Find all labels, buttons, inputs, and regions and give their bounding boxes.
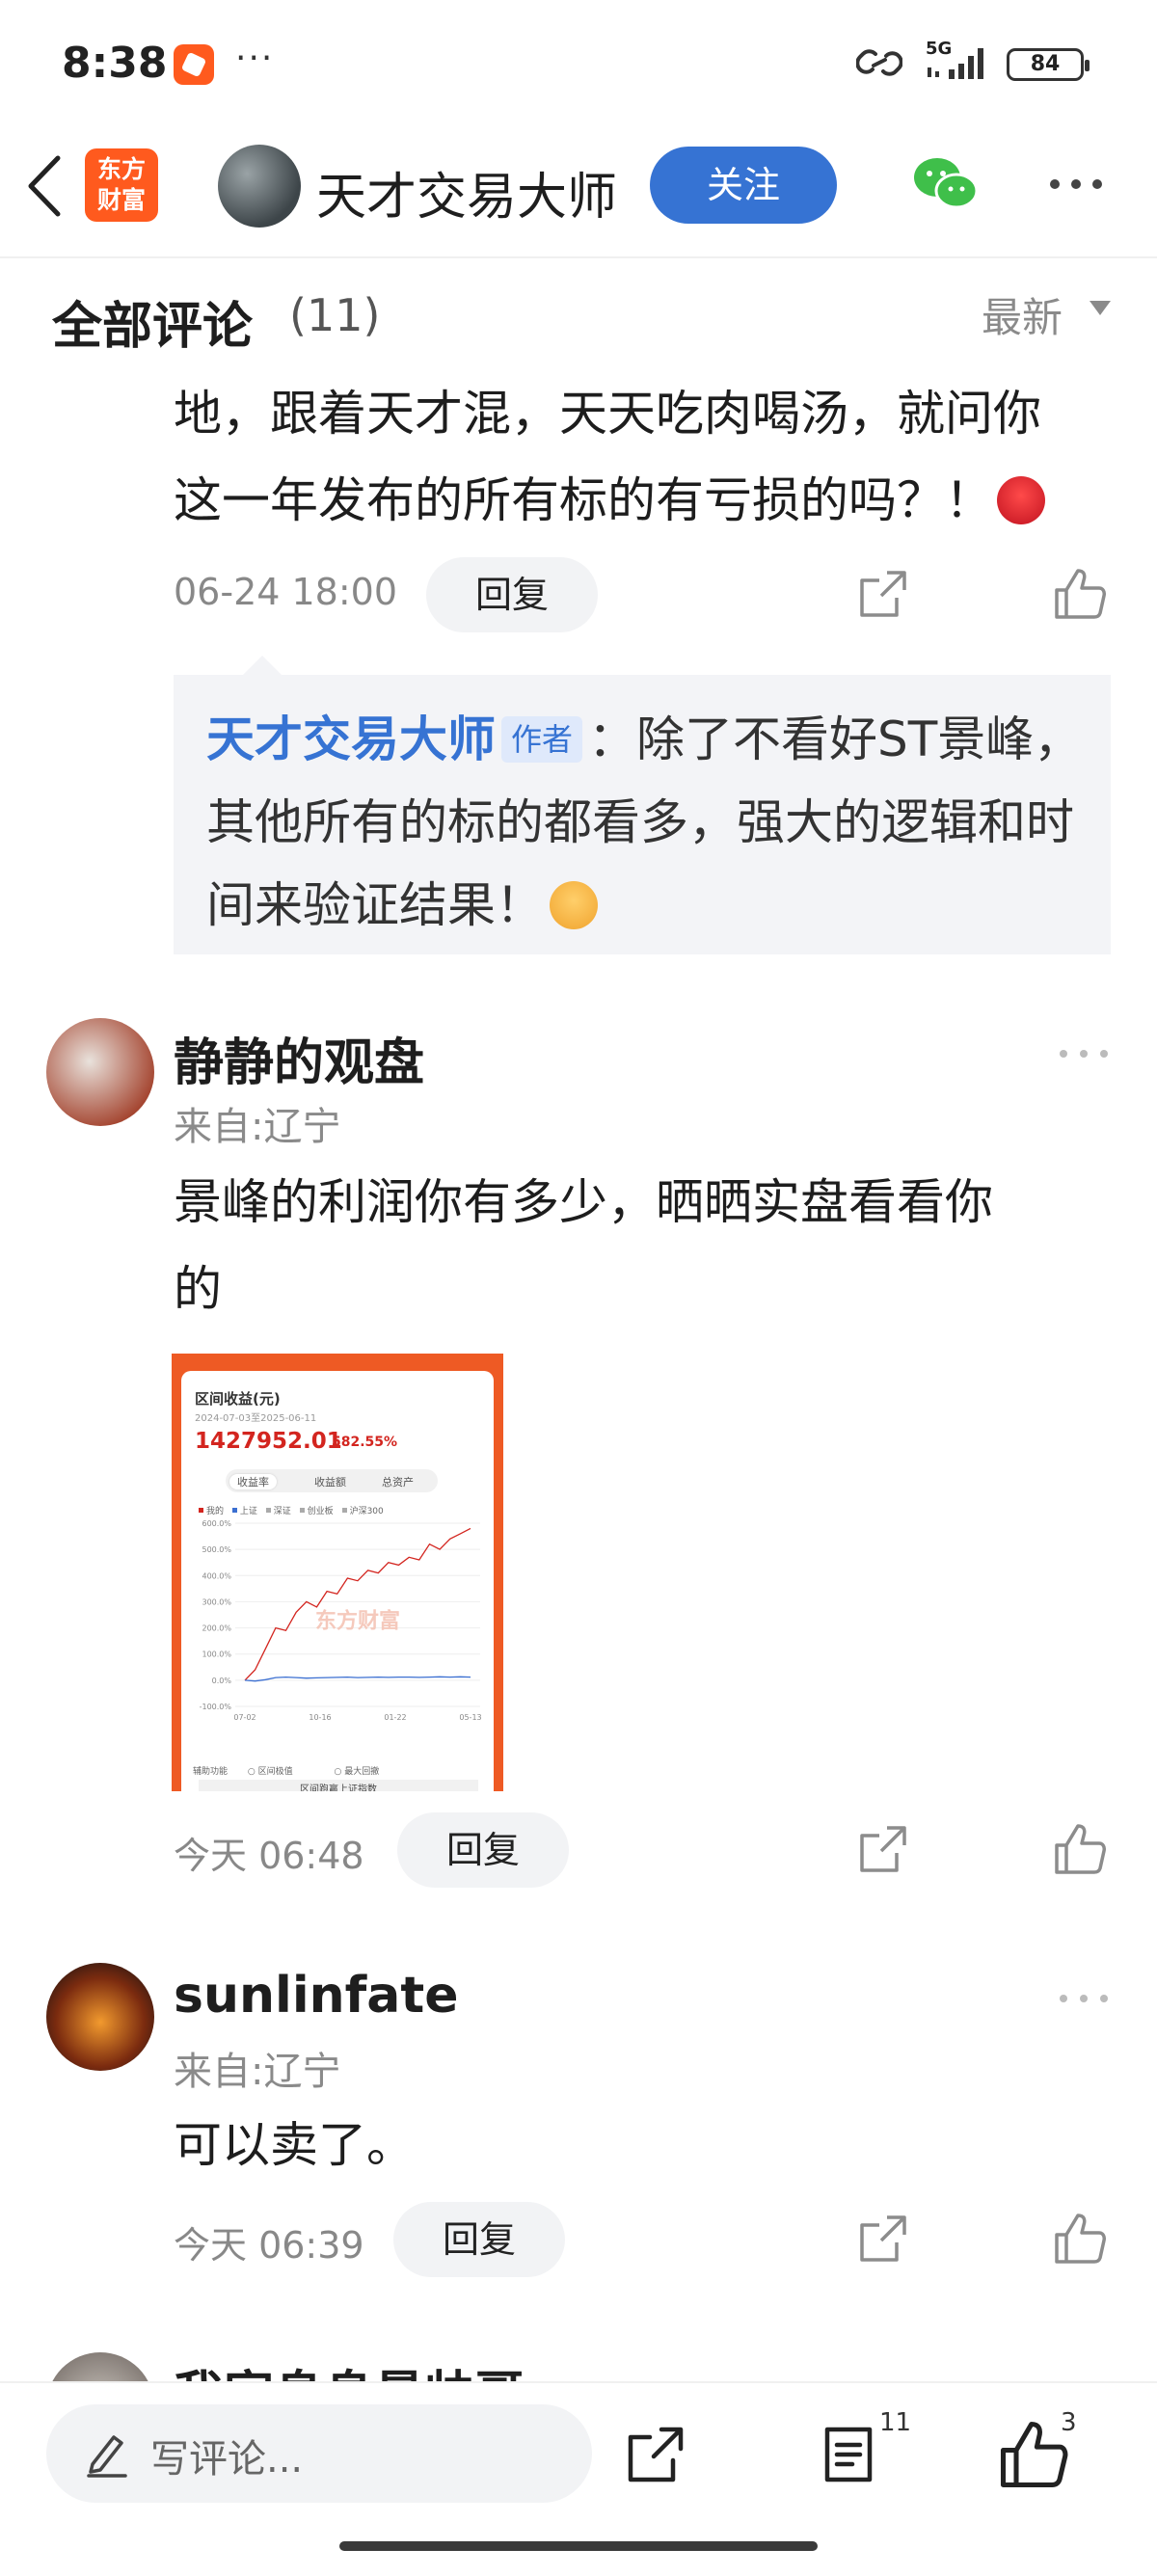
- share-icon[interactable]: [858, 1824, 908, 1874]
- comment-more-icon[interactable]: [1057, 1992, 1111, 2005]
- image-profit-value: 1427952.01: [195, 1429, 342, 1454]
- author-tag-badge: 作者: [501, 716, 583, 763]
- image-tabs: 收益率 收益额 总资产: [226, 1469, 438, 1492]
- chart-y-tick: 0.0%: [212, 1677, 232, 1685]
- comment-username[interactable]: sunlinfate: [174, 1967, 459, 2025]
- author-reply-text: 天才交易大师 作者 ：除了不看好ST景峰，其他所有的标的都看多，强大的逻辑和时间来验…: [206, 698, 1093, 947]
- back-arrow-icon[interactable]: [23, 152, 66, 220]
- comment-time: 06-24 18:00: [174, 571, 398, 613]
- battery-indicator: 84: [1007, 48, 1090, 81]
- like-button[interactable]: 3: [999, 2408, 1095, 2497]
- like-icon[interactable]: [1053, 2212, 1107, 2266]
- wechat-icon[interactable]: [912, 154, 980, 212]
- reply-button[interactable]: 回复: [397, 1812, 569, 1888]
- reply-button[interactable]: 回复: [426, 557, 598, 632]
- chart-y-tick: 600.0%: [202, 1519, 231, 1528]
- caret-down-icon[interactable]: [1090, 301, 1111, 315]
- comment-username[interactable]: 静静的观盘: [174, 1022, 424, 1094]
- footer-assist: 辅助功能: [193, 1767, 229, 1777]
- reply-author-name[interactable]: 天才交易大师: [206, 711, 496, 767]
- brand-logo[interactable]: 东方 财富: [85, 148, 158, 222]
- link-icon: [856, 49, 902, 76]
- chart-x-tick: 05-13: [459, 1713, 481, 1722]
- image-tab: 收益额: [314, 1476, 346, 1489]
- image-footer-button: 区间跑赢上证指数: [199, 1780, 478, 1791]
- chart-y-tick: 200.0%: [202, 1624, 231, 1633]
- author-name[interactable]: 天才交易大师: [316, 156, 617, 228]
- comment-list-button[interactable]: 11: [818, 2408, 911, 2491]
- comments-count: (11): [289, 289, 381, 341]
- comment-image[interactable]: 区间收益(元) 2024-07-03至2025-06-11 1427952.01…: [172, 1354, 503, 1791]
- image-footer-options: 辅助功能 ○ 区间极值 ○ 最大回撤: [193, 1767, 380, 1777]
- chart-x-tick: 07-02: [233, 1713, 256, 1722]
- sort-dropdown[interactable]: 最新: [982, 285, 1063, 344]
- pen-icon: [87, 2435, 127, 2478]
- comment-more-icon[interactable]: [1057, 1047, 1111, 1060]
- reply-button[interactable]: 回复: [393, 2202, 565, 2277]
- like-icon: [1000, 2421, 1068, 2488]
- comment-line: 景峰的利润你有多少，晒晒实盘看看你: [174, 1174, 993, 1230]
- comment-line: 这一年发布的所有标的有亏损的吗？！: [174, 472, 993, 528]
- comment-body: 景峰的利润你有多少，晒晒实盘看看你 的: [174, 1159, 1090, 1332]
- chart-x-tick: 01-22: [384, 1713, 406, 1722]
- like-icon[interactable]: [1053, 1822, 1107, 1876]
- comment-body: 地，跟着天才混，天天吃肉喝汤，就问你 这一年发布的所有标的有亏损的吗？！: [174, 370, 1090, 544]
- status-more-dots: ···: [235, 39, 275, 78]
- header-divider: [0, 256, 1157, 258]
- comment-line: 可以卖了。: [174, 2117, 415, 2173]
- chart-y-tick: 500.0%: [202, 1545, 231, 1554]
- comment-location: 来自:辽宁: [174, 1105, 341, 1149]
- image-tab: 收益率: [229, 1474, 277, 1489]
- angry-emoji-icon: [997, 476, 1045, 524]
- comment-body: 可以卖了。: [174, 2102, 1090, 2188]
- image-title: 区间收益(元): [195, 1390, 281, 1408]
- more-icon[interactable]: [1047, 170, 1105, 199]
- reply-box-pointer: [243, 656, 282, 675]
- chart-x-tick: 10-16: [309, 1713, 331, 1722]
- like-count: 3: [1061, 2408, 1077, 2437]
- comment-list-icon: [824, 2427, 873, 2482]
- chart-y-tick: 300.0%: [202, 1597, 231, 1606]
- footer-option: 最大回撤: [344, 1767, 380, 1777]
- chart-y-tick: 100.0%: [202, 1650, 231, 1659]
- avatar[interactable]: [46, 1963, 154, 2071]
- status-time: 8:38: [62, 39, 168, 88]
- chart-watermark: 东方财富: [315, 1609, 400, 1634]
- brand-line-2: 财富: [96, 186, 146, 214]
- image-date-range: 2024-07-03至2025-06-11: [195, 1413, 317, 1424]
- footer-option: 区间极值: [257, 1767, 293, 1777]
- chart-series-line: [244, 1527, 471, 1681]
- share-icon[interactable]: [625, 2424, 686, 2485]
- share-icon[interactable]: [858, 569, 908, 619]
- comment-line: 的: [174, 1261, 222, 1317]
- signal-icon: 5G: [924, 39, 993, 83]
- thinking-emoji-icon: [550, 881, 598, 929]
- chart-y-tick: 400.0%: [202, 1571, 231, 1580]
- avatar[interactable]: [46, 1018, 154, 1126]
- app-notification-icon: [174, 44, 214, 85]
- follow-button[interactable]: 关注: [650, 147, 837, 224]
- comment-line: 地，跟着天才混，天天吃肉喝汤，就问你: [174, 386, 1041, 442]
- image-tab: 总资产: [382, 1476, 414, 1489]
- home-indicator: [339, 2541, 818, 2551]
- chart-y-tick: -100.0%: [200, 1703, 232, 1711]
- image-card: 区间收益(元) 2024-07-03至2025-06-11 1427952.01…: [181, 1371, 494, 1791]
- comments-title: 全部评论: [52, 298, 254, 356]
- image-profit-percent: 582.55%: [332, 1435, 398, 1450]
- author-avatar[interactable]: [218, 145, 301, 228]
- comment-placeholder[interactable]: 写评论...: [150, 2428, 303, 2483]
- comment-time: 今天 06:48: [174, 1835, 364, 1877]
- comment-location: 来自:辽宁: [174, 2050, 341, 2094]
- share-icon[interactable]: [858, 2214, 908, 2264]
- comment-count: 11: [879, 2408, 912, 2437]
- image-line-chart: 600.0% 500.0% 400.0% 300.0% 200.0% 100.0% 0.0%…: [200, 1519, 482, 1722]
- brand-line-1: 东方: [96, 155, 146, 183]
- like-icon[interactable]: [1053, 567, 1107, 621]
- comment-time: 今天 06:39: [174, 2224, 364, 2267]
